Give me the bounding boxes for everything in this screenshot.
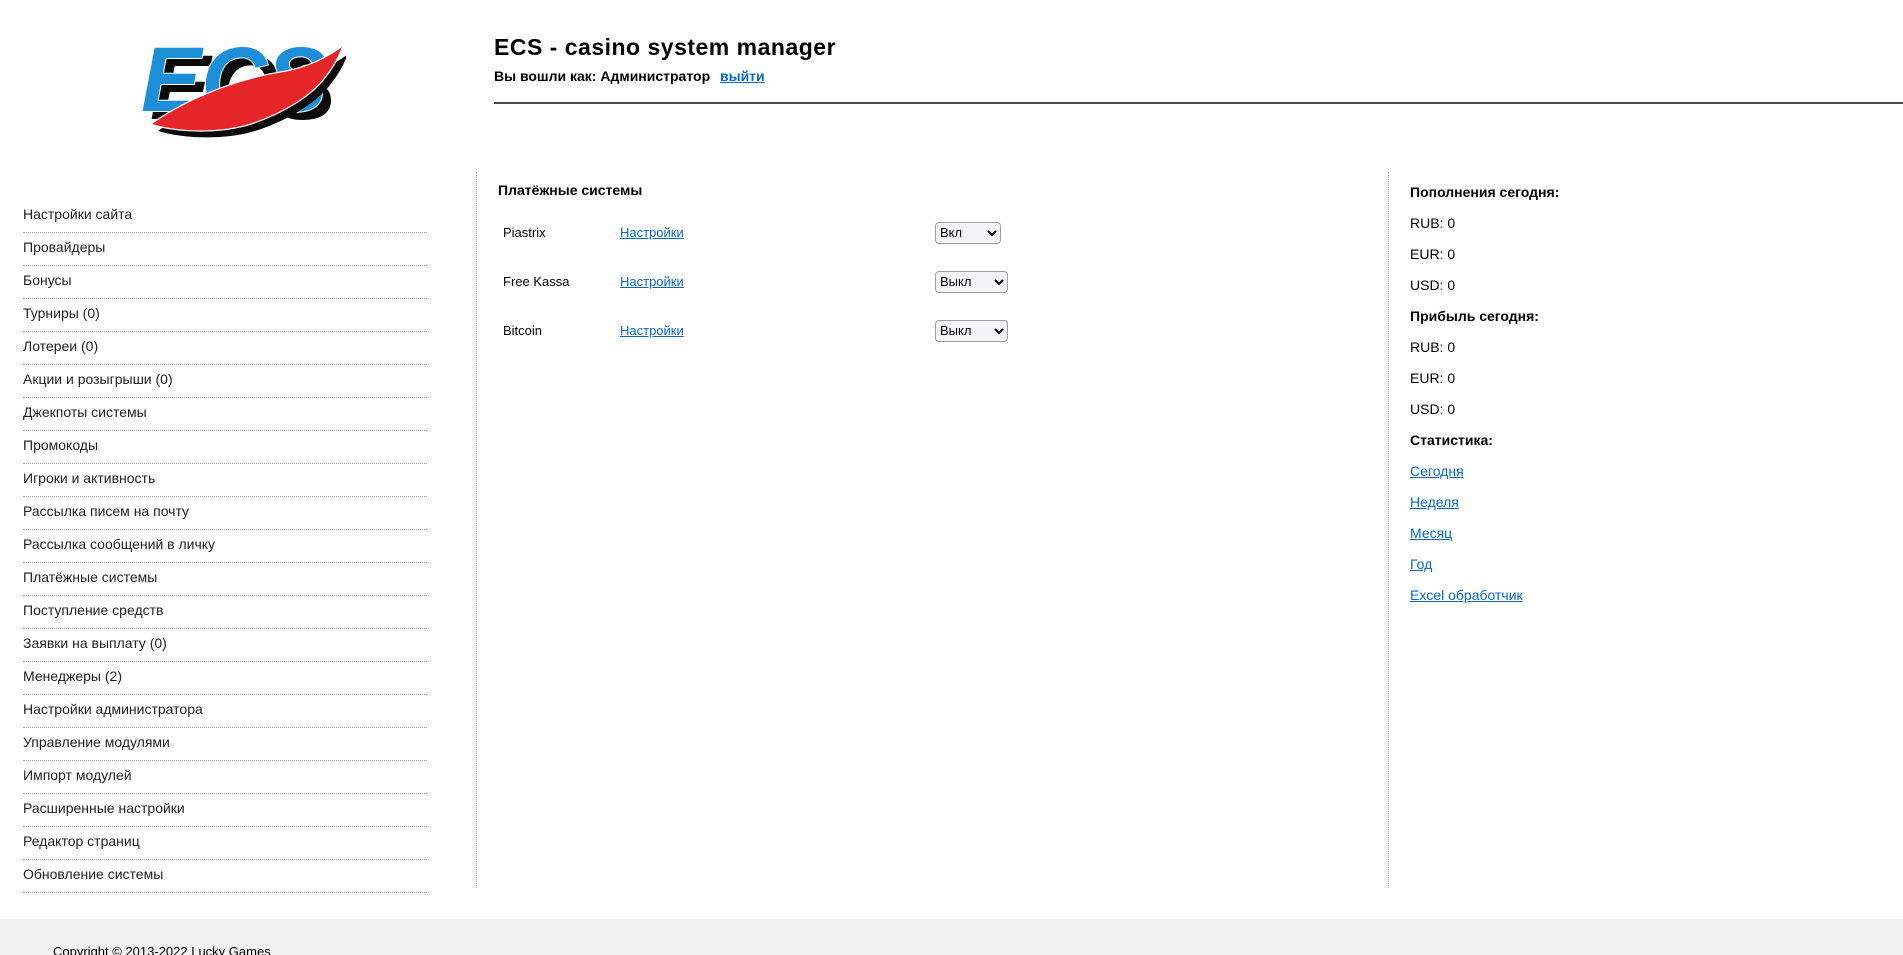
page-title: ECS - casino system manager [494,34,837,60]
payment-state-select[interactable]: Выкл [935,270,1008,293]
sidebar-item-email-mailing[interactable]: Рассылка писем на почту [23,497,427,530]
ecs-logo: ECS ECS [140,28,346,139]
stats-heading: Статистика: [1410,432,1493,448]
stats-link-today[interactable]: Сегодня [1410,463,1464,479]
sidebar-item-advanced-settings[interactable]: Расширенные настройки [23,794,427,827]
sidebar-main-divider [476,172,477,888]
payment-name: Piastrix [503,225,546,240]
copyright-text: Copyright © 2013-2022 Lucky Games [53,944,271,955]
payment-name: Bitcoin [503,323,543,338]
sidebar-item-site-settings[interactable]: Настройки сайта [23,200,427,233]
deposits-usd: USD: 0 [1410,277,1456,293]
payment-settings-link[interactable]: Настройки [620,274,684,289]
payment-state-select[interactable]: Выкл [935,319,1008,342]
sidebar-item-admin-settings[interactable]: Настройки администратора [23,695,427,728]
sidebar-nav: Настройки сайта Провайдеры Бонусы Турнир… [23,200,427,893]
sidebar-item-promotions[interactable]: Акции и розыгрыши (0) [23,365,427,398]
admin-page: ECS ECS ECS - casino system manager Вы в… [0,0,1903,955]
payment-name: Free Kassa [503,274,570,289]
footer: Copyright © 2013-2022 Lucky Games [0,919,1903,955]
payment-settings-link[interactable]: Настройки [620,225,684,240]
payment-settings-link[interactable]: Настройки [620,323,684,338]
profit-rub: RUB: 0 [1410,339,1456,355]
sidebar-item-payout-requests[interactable]: Заявки на выплату (0) [23,629,427,662]
sidebar-item-bonuses[interactable]: Бонусы [23,266,427,299]
sidebar-item-jackpots[interactable]: Джекпоты системы [23,398,427,431]
sidebar-item-module-import[interactable]: Импорт модулей [23,761,427,794]
payment-row-freekassa: Free Kassa Настройки Выкл [498,257,1368,306]
sidebar-item-managers[interactable]: Менеджеры (2) [23,662,427,695]
profit-heading: Прибыль сегодня: [1410,308,1539,324]
sidebar-item-tournaments[interactable]: Турниры (0) [23,299,427,332]
payment-row-bitcoin: Bitcoin Настройки Выкл [498,306,1368,355]
panel-heading: Платёжные системы [498,182,643,198]
sidebar-item-providers[interactable]: Провайдеры [23,233,427,266]
header: ECS - casino system manager Вы вошли как… [494,34,836,84]
stats-link-week[interactable]: Неделя [1410,494,1459,510]
profit-eur: EUR: 0 [1410,370,1456,386]
payment-state-select[interactable]: Вкл [935,221,1001,244]
header-divider [494,102,1903,104]
content-area: Настройки сайта Провайдеры Бонусы Турнир… [0,172,1903,893]
sidebar-item-private-messages[interactable]: Рассылка сообщений в личку [23,530,427,563]
payment-row-piastrix: Piastrix Настройки Вкл [498,208,1368,257]
stats-panel: Пополнения сегодня: RUB: 0 EUR: 0 USD: 0… [1410,180,1710,614]
sidebar-item-system-update[interactable]: Обновление системы [23,860,427,893]
payment-rows: Piastrix Настройки Вкл Free Kassa Настро… [498,208,1368,355]
login-status-text: Вы вошли как: Администратор [494,68,711,84]
payment-systems-panel: Платёжные системы Piastrix Настройки Вкл… [498,182,1368,355]
profit-usd: USD: 0 [1410,401,1456,417]
sidebar-item-promocodes[interactable]: Промокоды [23,431,427,464]
sidebar-item-page-editor[interactable]: Редактор страниц [23,827,427,860]
stats-link-month[interactable]: Месяц [1410,525,1452,541]
main-stats-divider [1388,172,1389,888]
sidebar-item-module-management[interactable]: Управление модулями [23,728,427,761]
logout-link[interactable]: выйти [720,68,765,84]
stats-link-year[interactable]: Год [1410,556,1432,572]
deposits-eur: EUR: 0 [1410,246,1456,262]
login-status: Вы вошли как: Администратор выйти [494,68,836,84]
sidebar-item-incoming-funds[interactable]: Поступление средств [23,596,427,629]
sidebar-item-lotteries[interactable]: Лотереи (0) [23,332,427,365]
sidebar-item-players-activity[interactable]: Игроки и активность [23,464,427,497]
deposits-heading: Пополнения сегодня: [1410,184,1560,200]
stats-link-excel[interactable]: Excel обработчик [1410,587,1523,603]
sidebar-item-payment-systems[interactable]: Платёжные системы [23,563,427,596]
deposits-rub: RUB: 0 [1410,215,1456,231]
